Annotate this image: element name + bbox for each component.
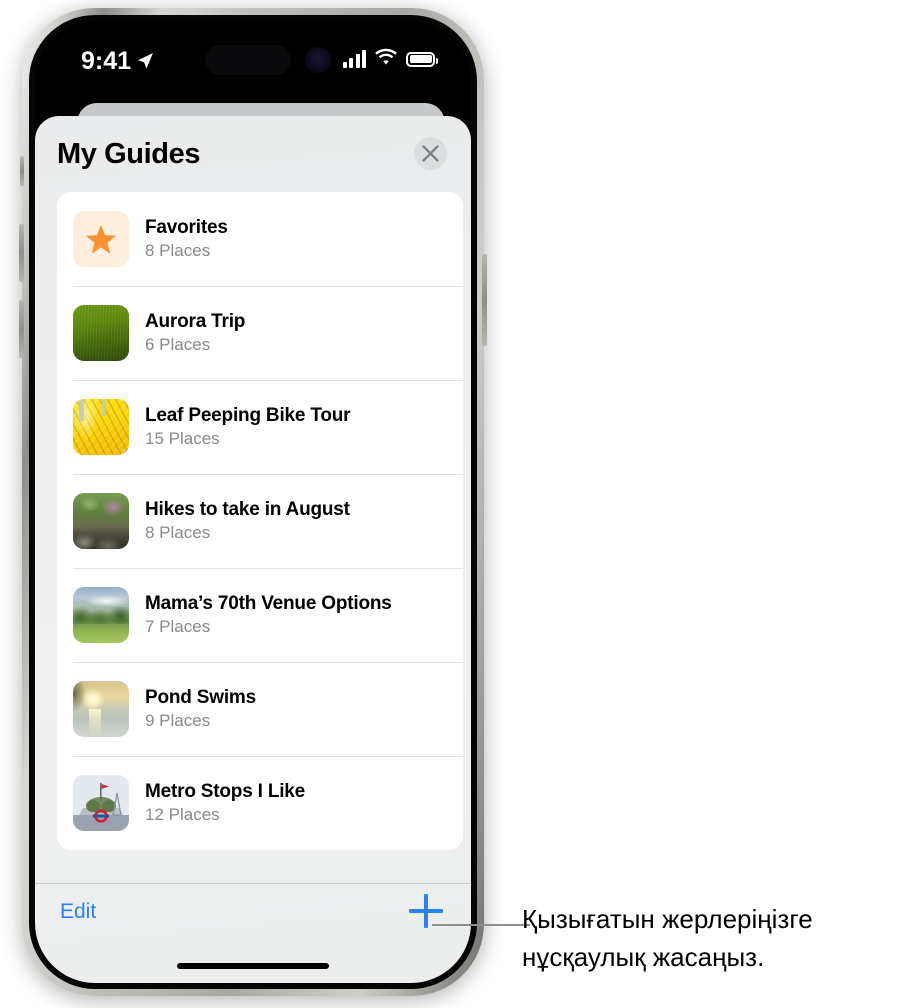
status-bar-time: 9:41 — [81, 47, 132, 75]
guide-title: Hikes to take in August — [145, 499, 350, 520]
list-item-text: Favorites 8 Places — [145, 216, 228, 262]
list-item-text: Metro Stops I Like 12 Places — [145, 780, 305, 826]
star-icon-thumbnail — [73, 211, 129, 267]
cellular-signal-icon — [342, 50, 366, 68]
list-item-text: Hikes to take in August 8 Places — [145, 498, 350, 544]
guide-place-count: 6 Places — [145, 335, 211, 354]
front-camera — [305, 47, 331, 73]
wifi-icon — [375, 48, 397, 70]
my-guides-sheet: My Guides Favorites 8 Places Aurora Trip… — [35, 116, 471, 983]
battery-icon — [406, 51, 438, 67]
side-power-button[interactable] — [482, 254, 487, 346]
device-bezel: 9:41 My Guides Favorites 8 Places Aurora… — [29, 15, 477, 989]
guides-list: Favorites 8 Places Aurora Trip 6 Places — [57, 192, 463, 850]
location-arrow-icon — [135, 51, 155, 71]
list-item[interactable]: Leaf Peeping Bike Tour 15 Places — [57, 380, 463, 474]
bottom-toolbar: Edit — [35, 883, 471, 983]
callout-leader-line — [432, 924, 530, 926]
screenshot-stage: 9:41 My Guides Favorites 8 Places Aurora… — [0, 0, 918, 1008]
device-screen: 9:41 My Guides Favorites 8 Places Aurora… — [35, 21, 471, 983]
list-item[interactable]: Mama’s 70th Venue Options 7 Places — [57, 568, 463, 662]
list-item-text: Aurora Trip 6 Places — [145, 310, 245, 356]
guide-place-count: 8 Places — [145, 523, 211, 542]
guide-title: Pond Swims — [145, 687, 256, 708]
edit-button[interactable]: Edit — [60, 900, 96, 924]
status-bar: 9:41 — [35, 21, 471, 107]
silent-switch[interactable] — [20, 156, 24, 186]
iphone-device-frame: 9:41 My Guides Favorites 8 Places Aurora… — [19, 8, 487, 996]
list-item[interactable]: Metro Stops I Like 12 Places — [57, 756, 463, 850]
guide-title: Aurora Trip — [145, 311, 246, 332]
list-item[interactable]: Aurora Trip 6 Places — [57, 286, 463, 380]
guide-place-count: 7 Places — [145, 617, 211, 636]
page-title: My Guides — [57, 138, 201, 170]
list-item-text: Pond Swims 9 Places — [145, 686, 256, 732]
list-item[interactable]: Pond Swims 9 Places — [57, 662, 463, 756]
close-button[interactable] — [414, 137, 447, 170]
status-bar-indicators — [342, 48, 438, 70]
metro-station-landmark-photo — [73, 775, 129, 831]
meadow-and-trees-photo — [73, 587, 129, 643]
guide-place-count: 12 Places — [145, 805, 220, 824]
home-indicator[interactable] — [177, 963, 329, 969]
callout-text: Қызығатын жерлеріңізге нұсқаулық жасаңыз… — [522, 904, 813, 972]
guide-title: Favorites — [145, 217, 228, 238]
dynamic-island — [205, 45, 291, 75]
guide-title: Leaf Peeping Bike Tour — [145, 405, 351, 426]
list-item-text: Leaf Peeping Bike Tour 15 Places — [145, 404, 351, 450]
guide-place-count: 15 Places — [145, 429, 220, 448]
list-item-text: Mama’s 70th Venue Options 7 Places — [145, 592, 392, 638]
forest-trail-photo — [73, 493, 129, 549]
green-field-photo — [73, 305, 129, 361]
close-icon — [422, 145, 439, 162]
guide-place-count: 9 Places — [145, 711, 211, 730]
star-icon — [85, 224, 117, 254]
volume-down-button[interactable] — [19, 300, 24, 358]
volume-up-button[interactable] — [19, 224, 24, 282]
add-guide-button[interactable] — [409, 894, 443, 928]
yellow-autumn-leaves-photo — [73, 399, 129, 455]
list-item[interactable]: Hikes to take in August 8 Places — [57, 474, 463, 568]
list-item[interactable]: Favorites 8 Places — [57, 192, 463, 286]
guide-title: Metro Stops I Like — [145, 781, 306, 802]
guide-place-count: 8 Places — [145, 241, 211, 260]
sunset-over-lake-photo — [73, 681, 129, 737]
guide-title: Mama’s 70th Venue Options — [145, 593, 392, 614]
sheet-header: My Guides — [35, 116, 471, 192]
